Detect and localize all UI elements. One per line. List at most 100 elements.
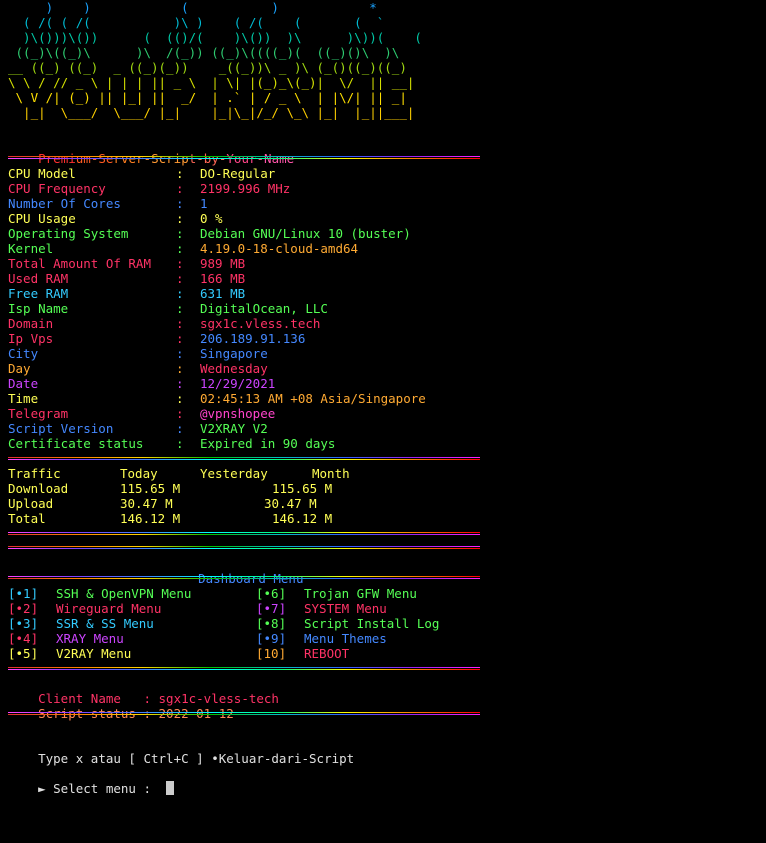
sysinfo-value: 0 %	[200, 211, 223, 226]
colon: :	[176, 346, 184, 361]
colon: :	[176, 271, 184, 286]
sysinfo-label: CPU Usage	[8, 211, 76, 226]
separator	[8, 712, 480, 715]
menu-item[interactable]: [•9] Menu Themes	[256, 631, 387, 646]
colon: :	[176, 181, 184, 196]
menu-item[interactable]: [•5] V2RAY Menu	[8, 646, 131, 661]
traffic-cell: 115.65 M	[120, 481, 181, 496]
sysinfo-value: 206.189.91.136	[200, 331, 306, 346]
sysinfo-value: @vpnshopee	[200, 406, 276, 421]
colon: :	[176, 196, 184, 211]
sysinfo-label: Isp Name	[8, 301, 69, 316]
sysinfo-label: Number Of Cores	[8, 196, 121, 211]
menu-key: [•2]	[8, 601, 39, 616]
traffic-cell: 115.65 M	[272, 481, 333, 496]
menu-item[interactable]: [•7] SYSTEM Menu	[256, 601, 387, 616]
menu-label: SYSTEM Menu	[304, 601, 387, 616]
ascii-line: ((_)\((_)\ )\ /(_)) ((_)\((((_)( ((_)()\…	[8, 45, 400, 60]
menu-key: [•9]	[256, 631, 287, 646]
menu-item[interactable]: [•1] SSH & OpenVPN Menu	[8, 586, 191, 601]
menu-label: Menu Themes	[304, 631, 387, 646]
sysinfo-value: 12/29/2021	[200, 376, 276, 391]
ascii-line: ) ) ( ) *	[8, 0, 377, 15]
traffic-cell: Download	[8, 481, 69, 496]
menu-key: [•7]	[256, 601, 287, 616]
ascii-line: )\()))\()) ( (()/( )\()) )\ )\))( (	[8, 30, 422, 45]
separator	[8, 576, 480, 579]
sysinfo-label: Day	[8, 361, 31, 376]
traffic-cell: 30.47 M	[264, 496, 317, 511]
menu-key: [•4]	[8, 631, 39, 646]
sysinfo-label: Certificate status	[8, 436, 144, 451]
ascii-line: \ \ / // _ \ | | | || _ \ | \| |(_)_\(_)…	[8, 75, 415, 90]
colon: :	[176, 331, 184, 346]
client-name-row: Client Name : sgx1c-vless-tech	[38, 691, 279, 706]
colon: :	[176, 436, 184, 451]
colon: :	[176, 256, 184, 271]
sysinfo-value: 989 MB	[200, 256, 246, 271]
sysinfo-label: Time	[8, 391, 39, 406]
sysinfo-value: Wednesday	[200, 361, 268, 376]
sysinfo-label: Ip Vps	[8, 331, 54, 346]
colon: :	[176, 211, 184, 226]
traffic-column-header: Yesterday	[200, 466, 268, 481]
traffic-column-header: Today	[120, 466, 158, 481]
colon: :	[176, 316, 184, 331]
colon: :	[176, 301, 184, 316]
sysinfo-value: DO-Regular	[200, 166, 276, 181]
sysinfo-value: 1	[200, 196, 208, 211]
prompt-line[interactable]: ► Select menu :	[8, 766, 175, 796]
menu-label: XRAY Menu	[56, 631, 124, 646]
brand-line: Premium-Server-Script-by-Your-Name	[8, 136, 294, 166]
menu-item[interactable]: [10] REBOOT	[256, 646, 349, 661]
script-status-row: Script status : 2022-01-12	[8, 691, 234, 721]
sysinfo-label: CPU Model	[8, 166, 76, 181]
sysinfo-value: Singapore	[200, 346, 268, 361]
menu-key: [•3]	[8, 616, 39, 631]
sysinfo-label: Date	[8, 376, 39, 391]
menu-label: SSH & OpenVPN Menu	[56, 586, 192, 601]
traffic-cell: Upload	[8, 496, 54, 511]
colon: :	[176, 226, 184, 241]
sysinfo-label: Operating System	[8, 226, 129, 241]
menu-label: Script Install Log	[304, 616, 440, 631]
sysinfo-value: 4.19.0-18-cloud-amd64	[200, 241, 359, 256]
sysinfo-label: Used RAM	[8, 271, 69, 286]
colon: :	[176, 241, 184, 256]
sysinfo-label: City	[8, 346, 39, 361]
terminal-window[interactable]: ) ) ( ) * ( /( ( /( )\ ) ( /( ( ( ` )\()…	[0, 0, 766, 843]
sysinfo-label: CPU Frequency	[8, 181, 106, 196]
menu-key: [•5]	[8, 646, 39, 661]
menu-label: V2RAY Menu	[56, 646, 132, 661]
menu-item[interactable]: [•4] XRAY Menu	[8, 631, 124, 646]
separator	[8, 532, 480, 535]
sysinfo-value: 166 MB	[200, 271, 246, 286]
menu-item[interactable]: [•3] SSR & SS Menu	[8, 616, 154, 631]
menu-key: [•8]	[256, 616, 287, 631]
sysinfo-value: sgx1c.vless.tech	[200, 316, 321, 331]
separator	[8, 667, 480, 670]
menu-label: Trojan GFW Menu	[304, 586, 417, 601]
menu-item[interactable]: [•6] Trojan GFW Menu	[256, 586, 417, 601]
sysinfo-label: Total Amount Of RAM	[8, 256, 151, 271]
exit-hint: Type x atau [ Ctrl+C ] •Keluar-dari-Scri…	[38, 751, 355, 766]
traffic-cell: 146.12 M	[272, 511, 333, 526]
menu-item[interactable]: [•8] Script Install Log	[256, 616, 439, 631]
separator	[8, 457, 480, 460]
colon: :	[176, 391, 184, 406]
menu-label: SSR & SS Menu	[56, 616, 154, 631]
colon: :	[176, 376, 184, 391]
sysinfo-label: Telegram	[8, 406, 69, 421]
colon: :	[176, 406, 184, 421]
traffic-cell: 146.12 M	[120, 511, 181, 526]
sysinfo-value: 02:45:13 AM +08 Asia/Singapore	[200, 391, 426, 406]
sysinfo-value: V2XRAY V2	[200, 421, 268, 436]
separator	[8, 156, 480, 159]
sysinfo-label: Script Version	[8, 421, 114, 436]
ascii-line: |_| \___/ \___/ |_| |_|\_|/_/ \_\ |_| |_…	[8, 105, 415, 120]
menu-item[interactable]: [•2] Wireguard Menu	[8, 601, 161, 616]
dashboard-title: Dashboard Menu	[168, 556, 303, 586]
traffic-cell: 30.47 M	[120, 496, 173, 511]
text-cursor[interactable]	[166, 781, 175, 795]
menu-label: Wireguard Menu	[56, 601, 162, 616]
